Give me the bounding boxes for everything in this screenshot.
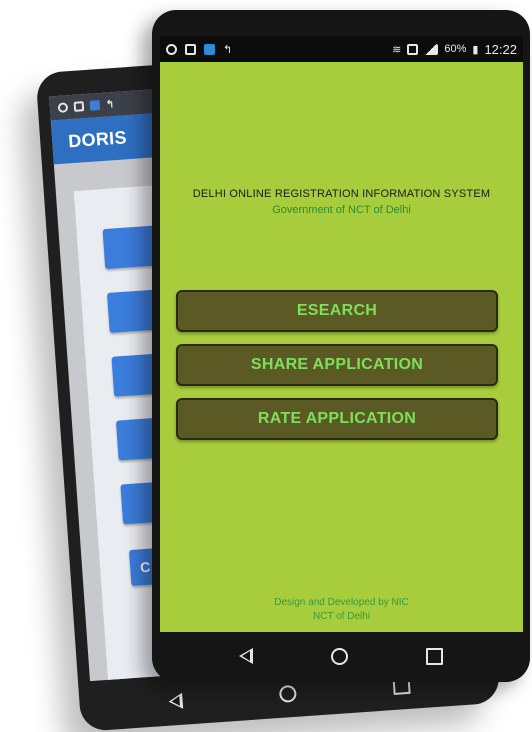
sim-icon	[407, 43, 419, 55]
government-name: Government of NCT of Delhi	[272, 204, 411, 216]
app-icon	[89, 100, 101, 111]
battery-level: 60%	[444, 43, 467, 55]
nav-back-icon[interactable]	[239, 648, 253, 664]
gallery-icon	[73, 101, 85, 112]
nav-recent-icon[interactable]	[426, 647, 443, 665]
gallery-icon	[185, 43, 196, 55]
esearch-button[interactable]: ESEARCH	[176, 290, 498, 332]
network-icon: ↰	[223, 43, 233, 56]
clock: 12:22	[484, 41, 517, 57]
back-app-title: DORIS	[67, 126, 128, 151]
footer-line-1: Design and Developed by NIC	[274, 597, 409, 608]
front-phone: ↰ ≋ 60% ▮ 12:22 DELHI ONLINE REGISTRATIO…	[152, 10, 530, 682]
share-application-button[interactable]: SHARE APPLICATION	[176, 344, 498, 386]
status-icon	[166, 43, 177, 55]
status-bar: ↰ ≋ 60% ▮ 12:22	[160, 36, 523, 62]
app-icon	[204, 43, 215, 55]
nav-bar	[160, 634, 522, 678]
network-icon: ↰	[105, 98, 115, 111]
rate-application-button[interactable]: RATE APPLICATION	[176, 398, 498, 440]
nav-home-icon[interactable]	[278, 684, 297, 703]
signal-icon	[424, 43, 439, 55]
app-screen: ↰ ≋ 60% ▮ 12:22 DELHI ONLINE REGISTRATIO…	[160, 36, 523, 632]
status-icon	[57, 102, 69, 113]
battery-icon: ▮	[472, 43, 479, 56]
nav-back-icon[interactable]	[167, 692, 183, 710]
footer-line-2: NCT of Delhi	[312, 611, 371, 622]
back-button-label: C	[139, 558, 151, 576]
nav-home-icon[interactable]	[331, 647, 348, 665]
footer-credit: Design and Developed by NIC NCT of Delhi	[160, 596, 523, 624]
system-name: DELHI ONLINE REGISTRATION INFORMATION SY…	[192, 188, 491, 200]
wifi-icon: ≋	[392, 43, 402, 56]
